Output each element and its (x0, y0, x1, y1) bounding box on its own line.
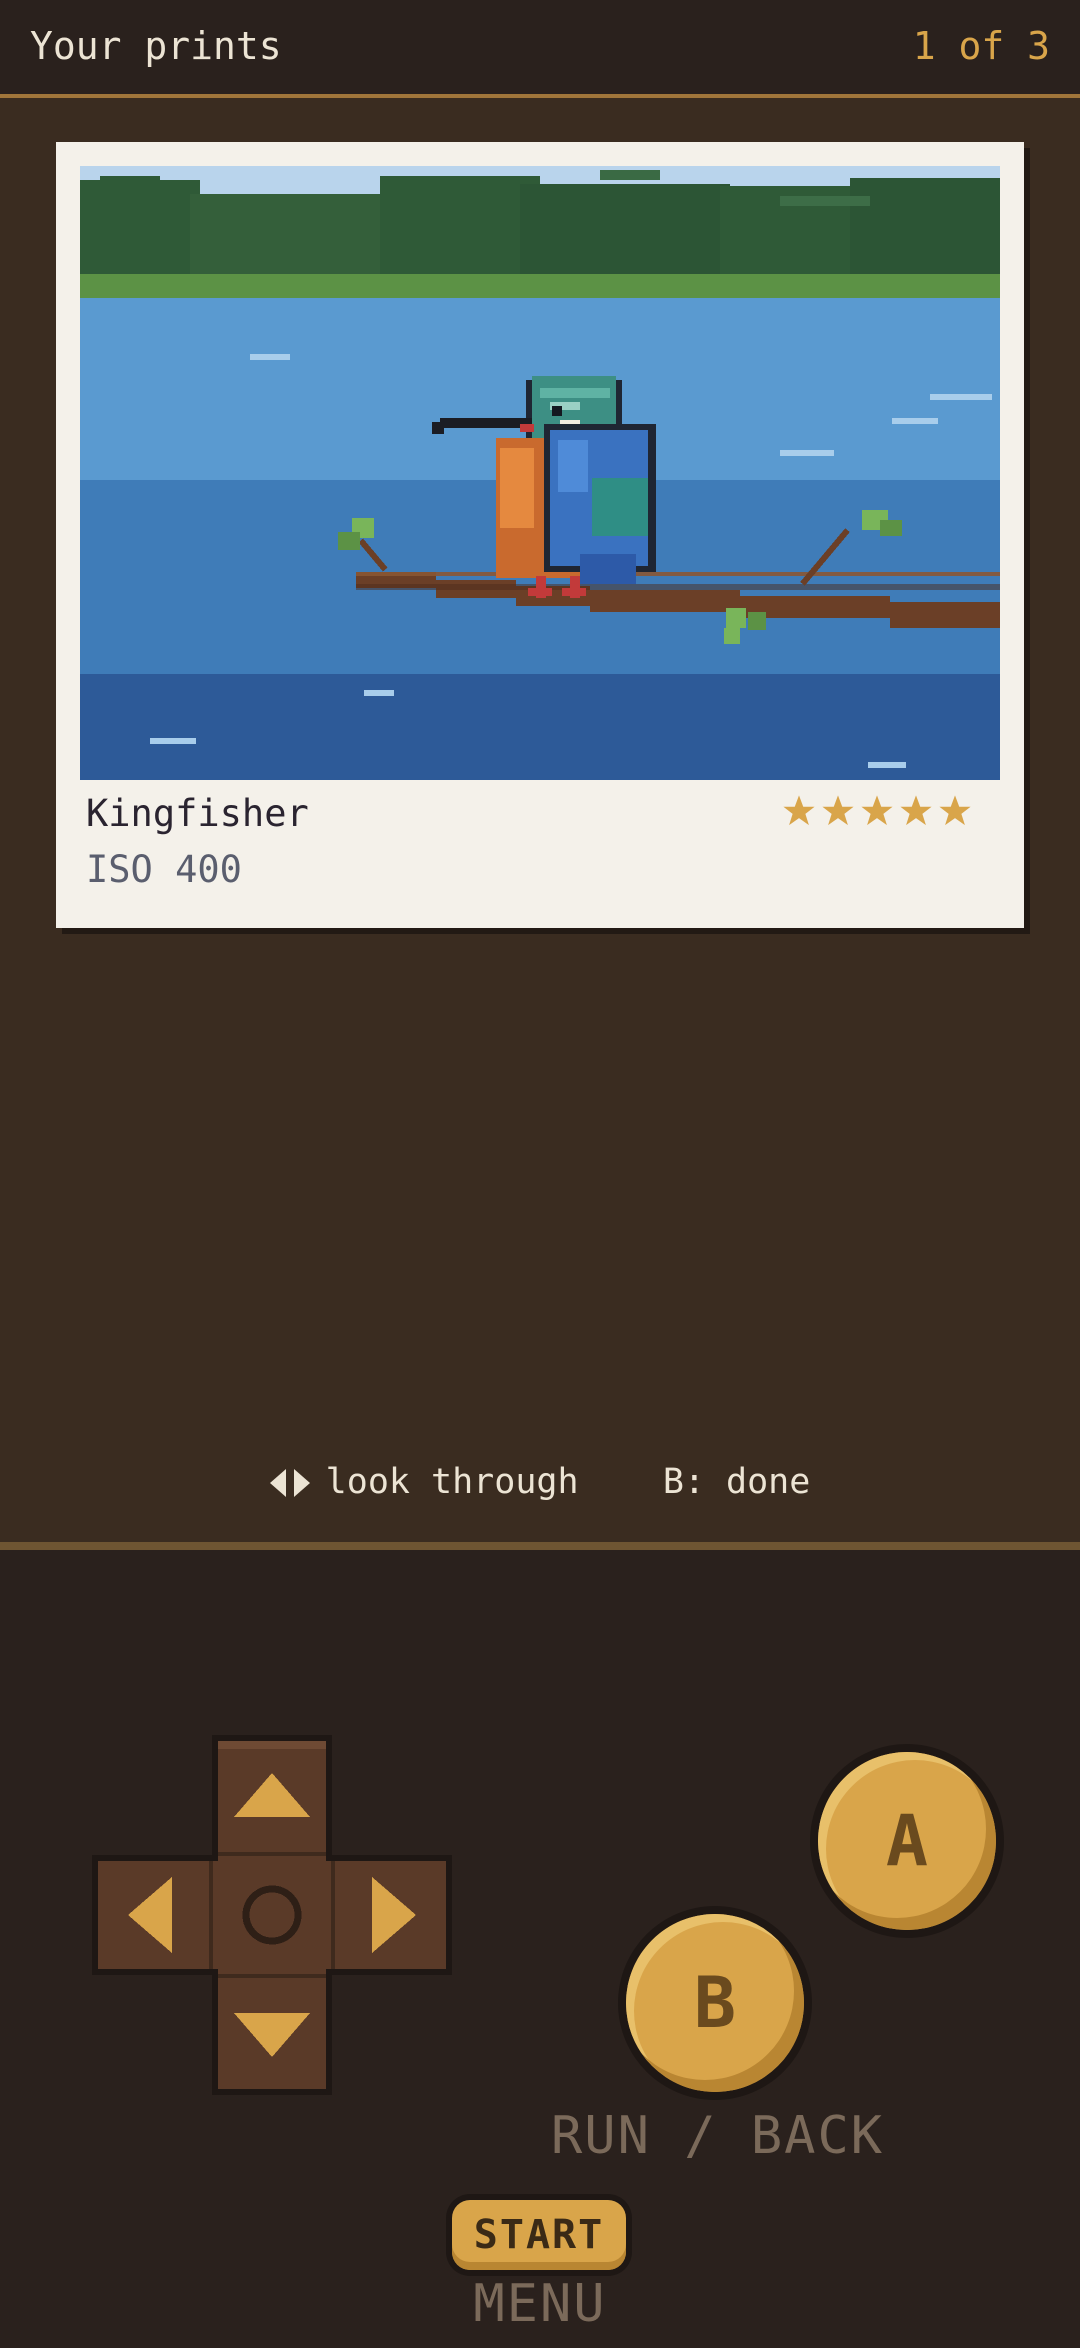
star-icon (900, 795, 932, 826)
gamepad-controls: A B RUN / BACK START MENU (0, 1542, 1080, 2348)
b-button-caption: RUN / BACK (551, 2106, 885, 2166)
page-title: Your prints (30, 24, 282, 68)
print-card[interactable]: Kingfisher ISO 400 (56, 142, 1024, 928)
star-icon (939, 795, 971, 826)
star-rating (782, 794, 972, 828)
star-icon (783, 795, 815, 826)
dpad[interactable] (92, 1735, 452, 2095)
b-button[interactable]: B (626, 1914, 804, 2092)
start-button-caption: MENU (473, 2274, 607, 2334)
a-button[interactable]: A (818, 1752, 996, 1930)
star-icon (822, 795, 854, 826)
star-icon (861, 795, 893, 826)
hint-text: look through B: done (325, 1462, 811, 1502)
start-button[interactable]: START (452, 2200, 626, 2270)
navigation-hint: look through B: done (0, 1462, 1080, 1502)
print-counter: 1 of 3 (912, 24, 1050, 68)
print-iso: ISO 400 (86, 848, 242, 891)
print-photo (80, 166, 1000, 780)
print-name: Kingfisher (86, 792, 309, 835)
header-bar: Your prints 1 of 3 (0, 0, 1080, 98)
left-right-arrows-icon (269, 1469, 310, 1497)
